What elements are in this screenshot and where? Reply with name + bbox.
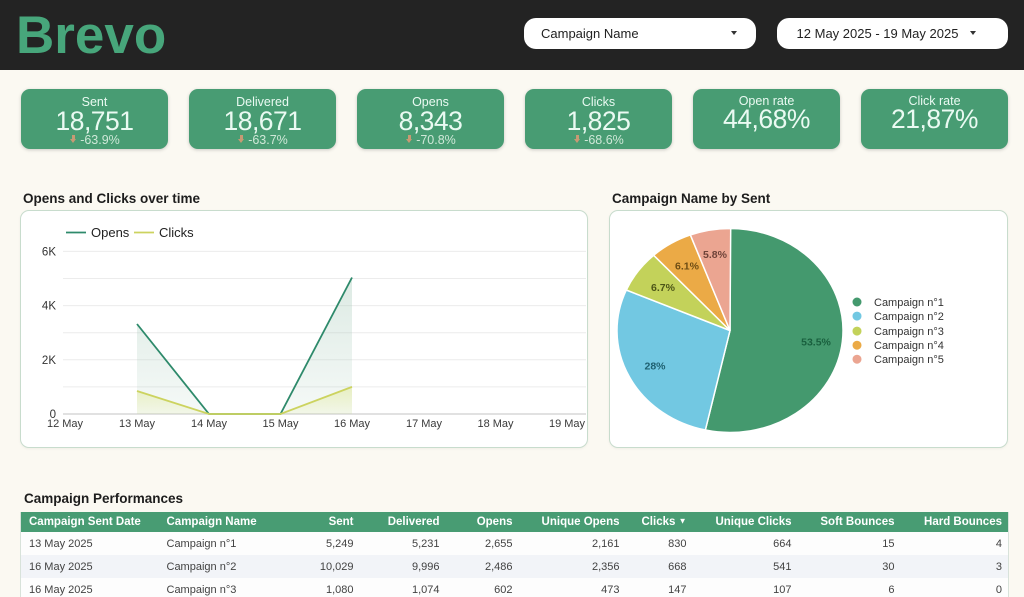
svg-text:4K: 4K	[42, 301, 56, 313]
svg-text:Campaign n°5: Campaign n°5	[874, 354, 944, 366]
svg-text:53.5%: 53.5%	[801, 337, 831, 349]
svg-text:6K: 6K	[42, 246, 56, 258]
svg-text:Campaign n°4: Campaign n°4	[874, 340, 944, 352]
svg-text:28%: 28%	[644, 361, 666, 373]
svg-text:12 May: 12 May	[47, 418, 84, 430]
svg-text:6.7%: 6.7%	[651, 282, 676, 294]
svg-text:5.8%: 5.8%	[703, 249, 728, 261]
svg-text:14 May: 14 May	[191, 418, 228, 430]
svg-text:15 May: 15 May	[262, 418, 299, 430]
svg-text:2K: 2K	[42, 355, 56, 367]
svg-text:Campaign n°3: Campaign n°3	[874, 326, 944, 338]
svg-text:18 May: 18 May	[477, 418, 514, 430]
svg-text:Clicks: Clicks	[159, 225, 194, 240]
svg-text:Opens: Opens	[91, 225, 130, 240]
svg-text:6.1%: 6.1%	[675, 261, 700, 273]
svg-text:19 May: 19 May	[549, 418, 586, 430]
svg-text:13 May: 13 May	[119, 418, 156, 430]
svg-text:Campaign n°2: Campaign n°2	[874, 311, 944, 323]
svg-text:17 May: 17 May	[406, 418, 443, 430]
svg-text:16 May: 16 May	[334, 418, 371, 430]
svg-text:Campaign n°1: Campaign n°1	[874, 297, 944, 309]
